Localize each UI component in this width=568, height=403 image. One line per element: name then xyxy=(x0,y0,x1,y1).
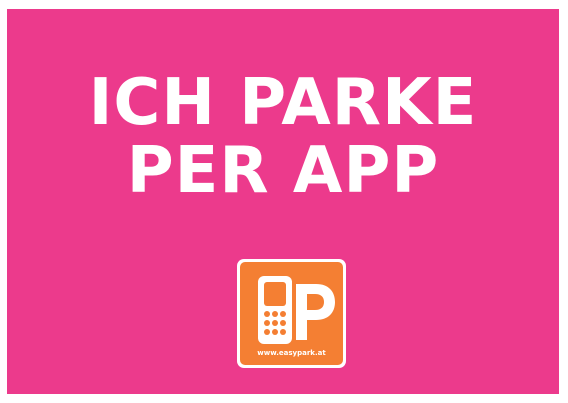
parking-sign: ICH PARKE PER APP www.easypark.at xyxy=(7,9,559,394)
easypark-logo: www.easypark.at xyxy=(237,259,346,368)
headline-line-1: ICH PARKE xyxy=(88,66,478,140)
logo-url-text: www.easypark.at xyxy=(257,349,326,357)
headline-line-2: PER APP xyxy=(126,134,440,208)
logo-badge: www.easypark.at xyxy=(240,262,343,365)
headline: ICH PARKE PER APP xyxy=(7,69,559,205)
